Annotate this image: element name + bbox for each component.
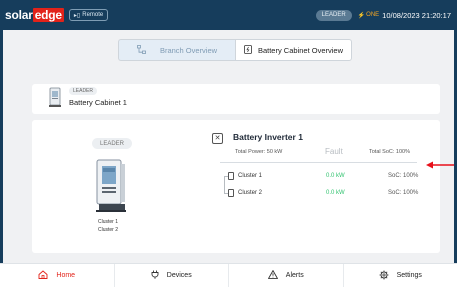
cluster-name: Cluster 1 (238, 173, 263, 179)
inverter-total-soc: Total SoC: 100% (369, 149, 410, 155)
inverter-total-power: Total Power: 50 kW (235, 149, 283, 155)
tab-battery-cabinet-overview[interactable]: Battery Cabinet Overview (235, 39, 352, 61)
nav-alerts-label: Alerts (285, 272, 304, 279)
cluster-power: 0.0 kW (326, 173, 345, 179)
leader-label: LEADER (321, 12, 346, 18)
tab-branch-overview-label: Branch Overview (159, 45, 218, 55)
one-label: ONE (366, 12, 380, 18)
top-bar: solar edge ▸▯ Remote LEADER ⚡ ONE 10/08/2… (0, 0, 457, 30)
logo-text-edge: edge (32, 8, 64, 22)
battery-cabinet-small-icon (49, 87, 61, 112)
divider (220, 162, 417, 163)
battery-cabinet-image (94, 158, 126, 221)
inverter-title[interactable]: Battery Inverter 1 (233, 132, 303, 142)
bottom-nav: Home Devices Alerts Settings (0, 263, 457, 287)
cluster-soc: SoC: 100% (388, 173, 419, 179)
nav-settings-label: Settings (396, 272, 422, 279)
warning-icon (267, 269, 278, 281)
nav-settings[interactable]: Settings (344, 264, 457, 287)
cluster-label-2: Cluster 2 (98, 227, 119, 233)
nav-home-label: Home (56, 272, 76, 279)
main-content: Branch Overview Battery Cabinet Overview… (0, 30, 457, 263)
red-arrow-annotation (425, 157, 455, 175)
one-status: ⚡ ONE (358, 12, 380, 19)
battery-icon (228, 172, 234, 180)
nav-alerts[interactable]: Alerts (229, 264, 344, 287)
cluster-labels: Cluster 1 Cluster 2 (98, 218, 118, 234)
view-tabs: Branch Overview Battery Cabinet Overview (118, 39, 352, 61)
battery-cabinet-icon (244, 44, 252, 56)
inverter-status: Fault (325, 147, 343, 156)
cluster-label-1: Cluster 1 (98, 219, 119, 225)
cabinet-leader-badge: LEADER (69, 87, 98, 95)
home-icon (38, 270, 48, 281)
remote-badge[interactable]: ▸▯ Remote (68, 9, 109, 21)
inverter-icon: ✕ (212, 133, 223, 144)
nav-home[interactable]: Home (0, 264, 115, 287)
leader-status-badge: LEADER (315, 9, 352, 21)
battery-icon (228, 189, 234, 197)
detail-leader-badge: LEADER (92, 138, 133, 149)
cabinet-name: Battery Cabinet 1 (69, 98, 127, 107)
cluster-power: 0.0 kW (326, 190, 345, 196)
cluster-soc: SoC: 100% (388, 190, 419, 196)
remote-label: Remote (82, 12, 104, 18)
nav-devices[interactable]: Devices (115, 264, 229, 287)
plug-icon (151, 270, 159, 281)
hierarchy-icon (137, 44, 146, 56)
nav-devices-label: Devices (166, 272, 192, 279)
remote-icon: ▸▯ (73, 12, 81, 19)
detail-leader-label: LEADER (100, 140, 125, 147)
one-icon: ⚡ (357, 12, 366, 19)
tree-connector (224, 176, 225, 193)
gear-icon (379, 270, 389, 282)
battery-cabinet-card[interactable]: LEADER Battery Cabinet 1 (32, 84, 440, 114)
tab-battery-cabinet-overview-label: Battery Cabinet Overview (257, 45, 344, 55)
cabinet-leader-label: LEADER (73, 88, 94, 94)
inverter-detail-card: LEADER Cluster 1 Cluster 2 ✕ Battery Inv… (32, 120, 440, 253)
logo-text-solar: solar (5, 8, 33, 22)
solaredge-logo: solar edge (5, 8, 64, 22)
datetime: 10/08/2023 21:20:17 (382, 10, 451, 20)
tab-branch-overview[interactable]: Branch Overview (118, 39, 235, 61)
cluster-name: Cluster 2 (238, 190, 263, 196)
